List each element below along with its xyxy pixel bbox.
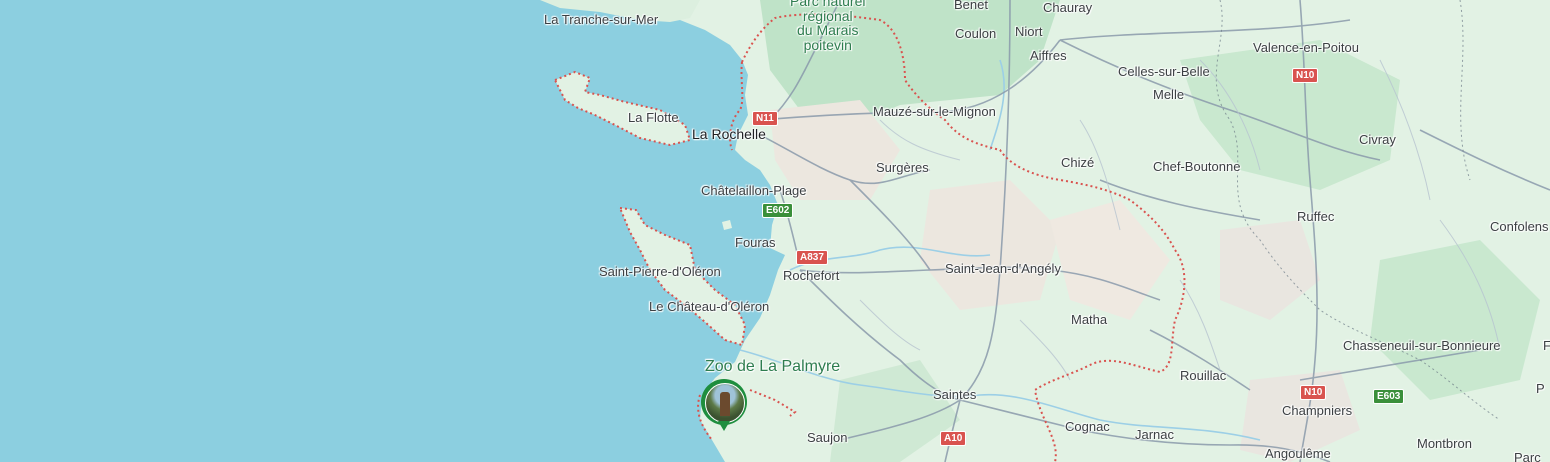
- label-mauze-sur-le-mignon[interactable]: Mauzé-sur-le-Mignon: [873, 105, 996, 118]
- label-chatelaillon-plage[interactable]: Châtelaillon-Plage: [701, 184, 807, 197]
- label-chasseneuil-sur-bonnieure[interactable]: Chasseneuil-sur-Bonnieure: [1343, 339, 1501, 352]
- park-line-3: du Marais: [797, 22, 859, 39]
- label-fouras[interactable]: Fouras: [735, 236, 775, 249]
- label-melle[interactable]: Melle: [1153, 88, 1184, 101]
- label-parc-marais-poitevin[interactable]: Parc naturel régional du Marais poitevin: [790, 0, 865, 53]
- road-shield-n10-south: N10: [1300, 385, 1327, 400]
- label-chauray[interactable]: Chauray: [1043, 1, 1092, 14]
- road-shield-n10-north: N10: [1292, 68, 1319, 83]
- pin-tip: [718, 421, 730, 431]
- label-celles-sur-belle[interactable]: Celles-sur-Belle: [1118, 65, 1210, 78]
- label-saujon[interactable]: Saujon: [807, 431, 847, 444]
- label-saintes[interactable]: Saintes: [933, 388, 976, 401]
- label-la-flotte[interactable]: La Flotte: [628, 111, 679, 124]
- label-coulon[interactable]: Coulon: [955, 27, 996, 40]
- label-chef-boutonne[interactable]: Chef-Boutonne: [1153, 160, 1240, 173]
- label-la-rochelle[interactable]: La Rochelle: [692, 127, 766, 141]
- label-zoo-de-la-palmyre[interactable]: Zoo de La Palmyre: [705, 359, 840, 375]
- zoo-de-la-palmyre-pin[interactable]: [701, 379, 747, 431]
- label-civray[interactable]: Civray: [1359, 133, 1396, 146]
- label-edge-parc[interactable]: Parc: [1514, 451, 1541, 462]
- label-saint-pierre-d-oleron[interactable]: Saint-Pierre-d'Oléron: [599, 265, 721, 278]
- ile-de-re: [555, 72, 690, 145]
- label-edge-f[interactable]: F: [1543, 339, 1550, 352]
- label-chize[interactable]: Chizé: [1061, 156, 1094, 169]
- label-valence-en-poitou[interactable]: Valence-en-Poitou: [1253, 41, 1359, 54]
- road-shield-n11: N11: [752, 111, 778, 126]
- photo-thumbnail-icon: [705, 383, 745, 423]
- label-confolens[interactable]: Confolens: [1490, 220, 1549, 233]
- label-edge-p[interactable]: P: [1536, 382, 1545, 395]
- road-shield-e602: E602: [762, 203, 794, 218]
- label-champniers[interactable]: Champniers: [1282, 404, 1352, 417]
- label-niort[interactable]: Niort: [1015, 25, 1042, 38]
- label-la-tranche-sur-mer[interactable]: La Tranche-sur-Mer: [544, 13, 658, 26]
- label-angouleme[interactable]: Angoulême: [1265, 447, 1331, 460]
- label-surgeres[interactable]: Surgères: [876, 161, 929, 174]
- label-matha[interactable]: Matha: [1071, 313, 1107, 326]
- label-aiffres[interactable]: Aiffres: [1030, 49, 1067, 62]
- park-line-4: poitevin: [803, 37, 852, 54]
- ile-d-aix: [722, 220, 732, 230]
- label-cognac[interactable]: Cognac: [1065, 420, 1110, 433]
- label-rochefort[interactable]: Rochefort: [783, 269, 839, 282]
- label-benet[interactable]: Benet: [954, 0, 988, 11]
- map-canvas[interactable]: La Tranche-sur-Mer Benet Chauray Parc na…: [0, 0, 1550, 462]
- road-shield-a10: A10: [940, 431, 967, 446]
- label-jarnac[interactable]: Jarnac: [1135, 428, 1174, 441]
- road-shield-a837: A837: [796, 250, 828, 265]
- label-ruffec[interactable]: Ruffec: [1297, 210, 1334, 223]
- label-saint-jean-d-angely[interactable]: Saint-Jean-d'Angély: [945, 262, 1061, 275]
- road-shield-e603: E603: [1373, 389, 1405, 404]
- label-montbron[interactable]: Montbron: [1417, 437, 1472, 450]
- label-rouillac[interactable]: Rouillac: [1180, 369, 1226, 382]
- label-le-chateau-d-oleron[interactable]: Le Château-d'Oléron: [649, 300, 769, 313]
